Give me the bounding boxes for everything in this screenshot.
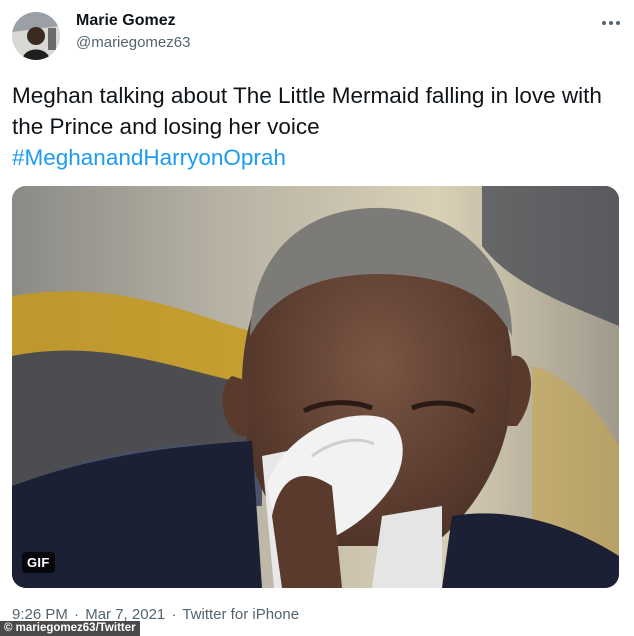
tweet-source: Twitter for iPhone (182, 606, 300, 623)
avatar-image (12, 12, 60, 60)
gif-badge: GIF (22, 552, 55, 573)
hashtag-link[interactable]: #MeghanandHarryonOprah (12, 145, 286, 170)
author-name[interactable]: Marie Gomez (76, 12, 176, 30)
tweet-body: Meghan talking about The Little Mermaid … (12, 83, 602, 139)
gif-media[interactable]: GIF (12, 186, 619, 588)
more-horizontal-icon (602, 21, 620, 25)
image-credit: © mariegomez63/Twitter (0, 621, 140, 636)
meta-separator: · (171, 606, 177, 623)
gif-frame (12, 186, 619, 588)
tweet-card: Marie Gomez @mariegomez63 Meghan talking… (0, 0, 634, 636)
tweet-text: Meghan talking about The Little Mermaid … (12, 80, 622, 173)
author-avatar[interactable] (12, 12, 60, 60)
more-options-button[interactable] (596, 10, 626, 36)
author-handle[interactable]: @mariegomez63 (76, 34, 190, 51)
